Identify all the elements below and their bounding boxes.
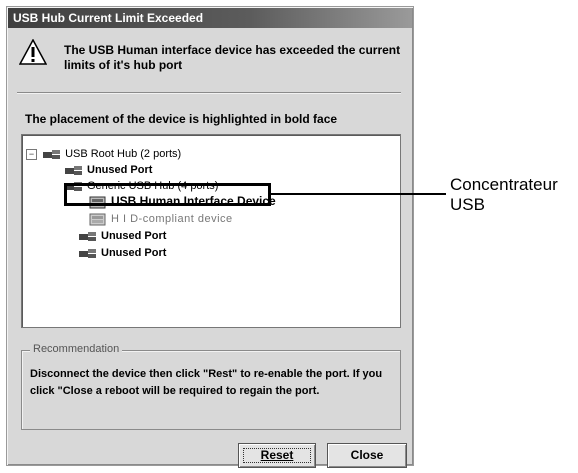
usb-icon xyxy=(43,150,61,160)
device-tree[interactable]: − USB Root Hub (2 ports) Unused Port Gen… xyxy=(21,134,401,328)
tree-node-unused-port[interactable]: Unused Port xyxy=(64,162,152,178)
warning-message: The USB Human interface device has excee… xyxy=(64,43,401,72)
tree-node-unused-port[interactable]: Unused Port xyxy=(78,245,166,261)
usb-icon xyxy=(79,249,96,259)
recommendation-text: Disconnect the device then click "Rest" … xyxy=(30,368,383,397)
tree-node-label: H I D-compliant device xyxy=(111,213,233,225)
collapse-icon[interactable]: − xyxy=(26,148,37,160)
highlight-box xyxy=(64,183,271,206)
reset-button[interactable]: Reset xyxy=(238,443,316,468)
warning-icon xyxy=(19,39,47,65)
usb-icon xyxy=(65,166,82,176)
placement-text: The placement of the device is highlight… xyxy=(25,112,338,126)
usb-hub-dialog: USB Hub Current Limit Exceeded The USB H… xyxy=(6,6,414,468)
dialog-title: USB Hub Current Limit Exceeded xyxy=(8,8,412,28)
usb-icon xyxy=(79,232,96,242)
close-button[interactable]: Close xyxy=(327,443,407,468)
focus-rect xyxy=(243,448,311,463)
callout-label: Concentrateur USB xyxy=(450,175,558,215)
recommendation-label: Recommendation xyxy=(30,343,123,355)
callout-line xyxy=(268,193,446,195)
callout-line-2: USB xyxy=(450,195,485,214)
tree-node-label: Unused Port xyxy=(101,230,167,242)
tree-node-label: Unused Port xyxy=(87,164,153,176)
tree-node-label: USB Root Hub (2 ports) xyxy=(65,148,182,160)
tree-node-hid-compliant[interactable]: H I D-compliant device xyxy=(88,211,233,227)
callout-line-1: Concentrateur xyxy=(450,175,558,194)
recommendation-group: Recommendation Disconnect the device the… xyxy=(21,343,401,430)
tree-node-label: Unused Port xyxy=(101,247,167,259)
hid-device-icon xyxy=(89,213,106,226)
tree-node-unused-port[interactable]: Unused Port xyxy=(78,228,166,244)
tree-node-root-hub[interactable]: − USB Root Hub (2 ports) xyxy=(26,146,181,162)
divider xyxy=(17,92,401,94)
